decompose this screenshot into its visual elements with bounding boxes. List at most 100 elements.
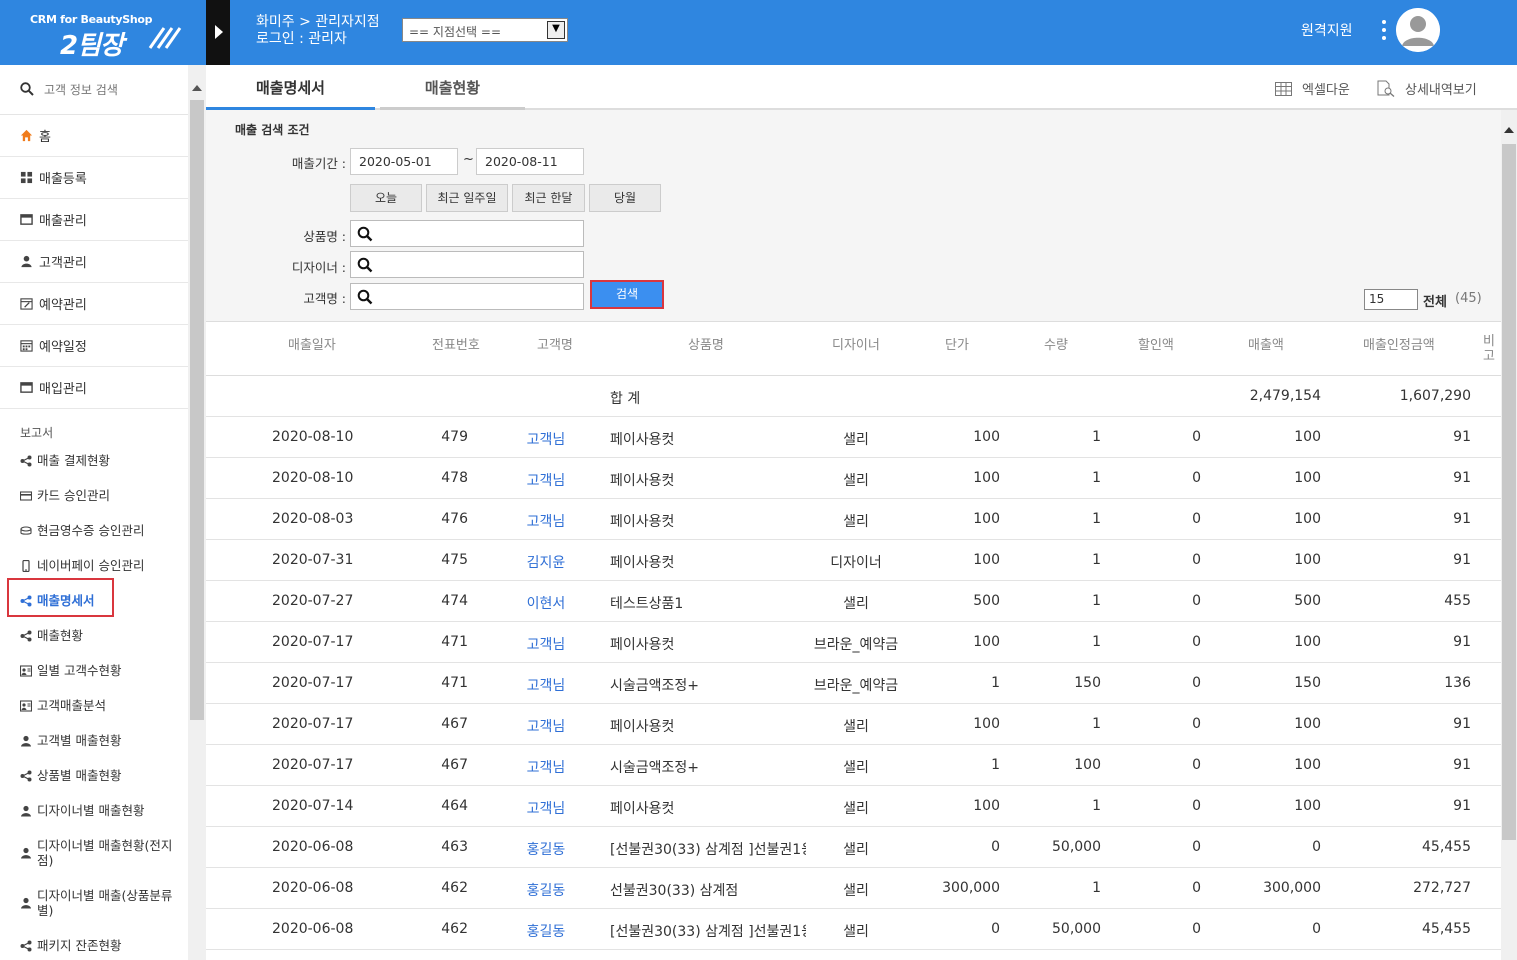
cell-designer: 샐리	[843, 801, 869, 817]
cell-customer-link[interactable]: 이현서	[516, 593, 576, 613]
sidebar-item-reservation[interactable]: 예약관리	[0, 283, 188, 325]
table-row[interactable]: 2020-07-17 471 고객님 페이사용컷 브라운_예약금 100 1 0 100 91	[206, 622, 1501, 663]
sidebar-item-schedule[interactable]: 예약일정	[0, 325, 188, 367]
cell-customer-link[interactable]: 홍길동	[516, 921, 576, 941]
cell-customer-link[interactable]: 고객님	[516, 757, 576, 777]
report-item-daily-customers[interactable]: 일별 고객수현황	[0, 653, 188, 688]
cell-customer-link[interactable]: 고객님	[516, 675, 576, 695]
cell-qty: 1	[1092, 511, 1101, 527]
excel-download-button[interactable]: 엑셀다운	[1275, 79, 1350, 98]
sidebar-item-purchase[interactable]: 매입관리	[0, 367, 188, 409]
table-row[interactable]: 2020-08-10 478 고객님 페이사용컷 샐리 100 1 0 100 91	[206, 458, 1501, 499]
sidebar-item-sales-manage[interactable]: 매출관리	[0, 199, 188, 241]
col-header-designer[interactable]: 디자이너	[832, 334, 880, 353]
col-header-product[interactable]: 상품명	[688, 334, 724, 353]
cell-date: 2020-07-17	[272, 757, 354, 773]
table-row[interactable]: 2020-06-08 462 홍길동 선불권30(33) 삼계점 샐리 300,000 1 0…	[206, 868, 1501, 909]
table-row[interactable]: 2020-07-17 467 고객님 페이사용컷 샐리 100 1 0 100 91	[206, 704, 1501, 745]
report-item-by-designer-category[interactable]: 디자이너별 매출(상품분류별)	[0, 878, 188, 928]
col-header-note[interactable]: 비고	[1483, 334, 1497, 364]
sum-recognized: 1,607,290	[1399, 388, 1471, 404]
report-item-card-approval[interactable]: 카드 승인관리	[0, 478, 188, 513]
sidebar-scrollbar[interactable]	[188, 65, 206, 960]
report-item-label: 디자이너별 매출현황(전지점)	[37, 838, 173, 868]
table-row[interactable]: 2020-06-08 462 홍길동 [선불권30(33) 삼계점 ]선불권1웅 샐리 0…	[206, 909, 1501, 950]
report-item-sales-status[interactable]: 매출현황	[0, 618, 188, 653]
table-row[interactable]: 2020-07-14 464 고객님 페이사용컷 샐리 100 1 0 100 91	[206, 786, 1501, 827]
col-header-amount[interactable]: 매출액	[1248, 334, 1284, 353]
cell-customer-link[interactable]: 고객님	[516, 716, 576, 736]
search-button[interactable]: 검색	[590, 280, 664, 309]
col-header-price[interactable]: 단가	[945, 334, 969, 353]
cell-date: 2020-07-14	[272, 798, 354, 814]
table-row[interactable]: 2020-08-10 479 고객님 페이사용컷 샐리 100 1 0 100 91	[206, 417, 1501, 458]
table-row[interactable]: 2020-08-03 476 고객님 페이사용컷 샐리 100 1 0 100 91	[206, 499, 1501, 540]
table-row[interactable]: 2020-07-17 467 고객님 시술금액조정+ 샐리 1 100 0 100 91	[206, 745, 1501, 786]
cell-customer-link[interactable]: 홍길동	[516, 880, 576, 900]
sidebar-toggle-button[interactable]	[206, 0, 230, 65]
page-size-input[interactable]: 15	[1364, 289, 1418, 310]
today-button[interactable]: 오늘	[350, 184, 422, 212]
scrollbar-thumb[interactable]	[190, 100, 204, 720]
main-scrollbar[interactable]	[1501, 110, 1517, 960]
logo[interactable]: CRM for BeautyShop 2팀장	[0, 0, 206, 65]
customer-search-input[interactable]	[44, 80, 184, 100]
search-conditions-panel: 매출 검색 조건 매출기간 : 2020-05-01 ~ 2020-08-11 …	[206, 110, 1501, 322]
report-item-by-designer-all[interactable]: 디자이너별 매출현황(전지점)	[0, 828, 188, 878]
cell-customer-link[interactable]: 홍길동	[516, 839, 576, 859]
card-icon	[20, 490, 32, 501]
report-item-package-balance[interactable]: 패키지 잔존현황	[0, 928, 188, 960]
cell-customer-link[interactable]: 고객님	[516, 429, 576, 449]
cell-amount: 150	[1294, 675, 1321, 691]
cell-product: 페이사용컷	[610, 637, 675, 653]
report-item-by-designer[interactable]: 디자이너별 매출현황	[0, 793, 188, 828]
cell-customer-link[interactable]: 고객님	[516, 798, 576, 818]
remote-support-link[interactable]: 원격지원	[1301, 20, 1353, 40]
col-header-date[interactable]: 매출일자	[288, 334, 336, 353]
report-item-by-customer[interactable]: 고객별 매출현황	[0, 723, 188, 758]
date-from-input[interactable]: 2020-05-01	[350, 148, 458, 175]
tab-sales-statement[interactable]: 매출명세서	[206, 65, 375, 110]
sidebar-item-sales-register[interactable]: 매출등록	[0, 157, 188, 199]
cell-product: 페이사용컷	[610, 719, 675, 735]
col-header-recognized[interactable]: 매출인정금액	[1363, 334, 1435, 353]
cell-customer-link[interactable]: 김지윤	[516, 552, 576, 572]
report-item-cash-receipt[interactable]: 현금영수증 승인관리	[0, 513, 188, 548]
table-row[interactable]: 2020-07-17 471 고객님 시술금액조정+ 브라운_예약금 1 150 0 150 13…	[206, 663, 1501, 704]
col-header-qty[interactable]: 수량	[1044, 334, 1068, 353]
avatar[interactable]	[1396, 8, 1440, 52]
tab-sales-status[interactable]: 매출현황	[380, 65, 525, 110]
cell-qty: 1	[1092, 552, 1101, 568]
report-item-label: 일별 고객수현황	[37, 663, 122, 678]
cell-customer-link[interactable]: 고객님	[516, 511, 576, 531]
table-row[interactable]: 2020-07-27 474 이현서 테스트상품1 샐리 500 1 0 500 455	[206, 581, 1501, 622]
phone-icon	[22, 559, 30, 572]
sidebar-item-customer[interactable]: 고객관리	[0, 241, 188, 283]
report-item-customer-analysis[interactable]: 고객매출분석	[0, 688, 188, 723]
person-icon	[21, 735, 31, 746]
cell-customer-link[interactable]: 고객님	[516, 470, 576, 490]
scroll-up-icon[interactable]	[192, 85, 202, 91]
detail-view-button[interactable]: 상세내역보기	[1377, 79, 1477, 98]
designer-search-input[interactable]	[350, 251, 584, 278]
report-item-payment-status[interactable]: 매출 결제현황	[0, 443, 188, 478]
scrollbar-thumb[interactable]	[1502, 144, 1516, 840]
col-header-slip-no[interactable]: 전표번호	[432, 334, 480, 353]
last-month-button[interactable]: 최근 한달	[512, 184, 585, 212]
branch-select[interactable]: == 지점선택 == ▼	[402, 18, 568, 42]
table-row[interactable]: 2020-06-08 463 홍길동 [선불권30(33) 삼계점 ]선불권1웅 샐리 0…	[206, 827, 1501, 868]
col-header-customer[interactable]: 고객명	[537, 334, 573, 353]
sum-label: 합 계	[610, 391, 641, 407]
table-row[interactable]: 2020-07-31 475 김지윤 페이사용컷 디자이너 100 1 0 100 91	[206, 540, 1501, 581]
col-header-discount[interactable]: 할인액	[1138, 334, 1174, 353]
cell-customer-link[interactable]: 고객님	[516, 634, 576, 654]
report-item-by-product[interactable]: 상품별 매출현황	[0, 758, 188, 793]
customer-search-input[interactable]	[350, 283, 584, 310]
date-to-input[interactable]: 2020-08-11	[476, 148, 584, 175]
more-menu-icon[interactable]	[1380, 18, 1388, 44]
scroll-up-icon[interactable]	[1504, 127, 1514, 133]
sidebar-item-home[interactable]: 홈	[0, 115, 188, 157]
this-month-button[interactable]: 당월	[589, 184, 661, 212]
product-search-input[interactable]	[350, 220, 584, 247]
last-week-button[interactable]: 최근 일주일	[426, 184, 508, 212]
